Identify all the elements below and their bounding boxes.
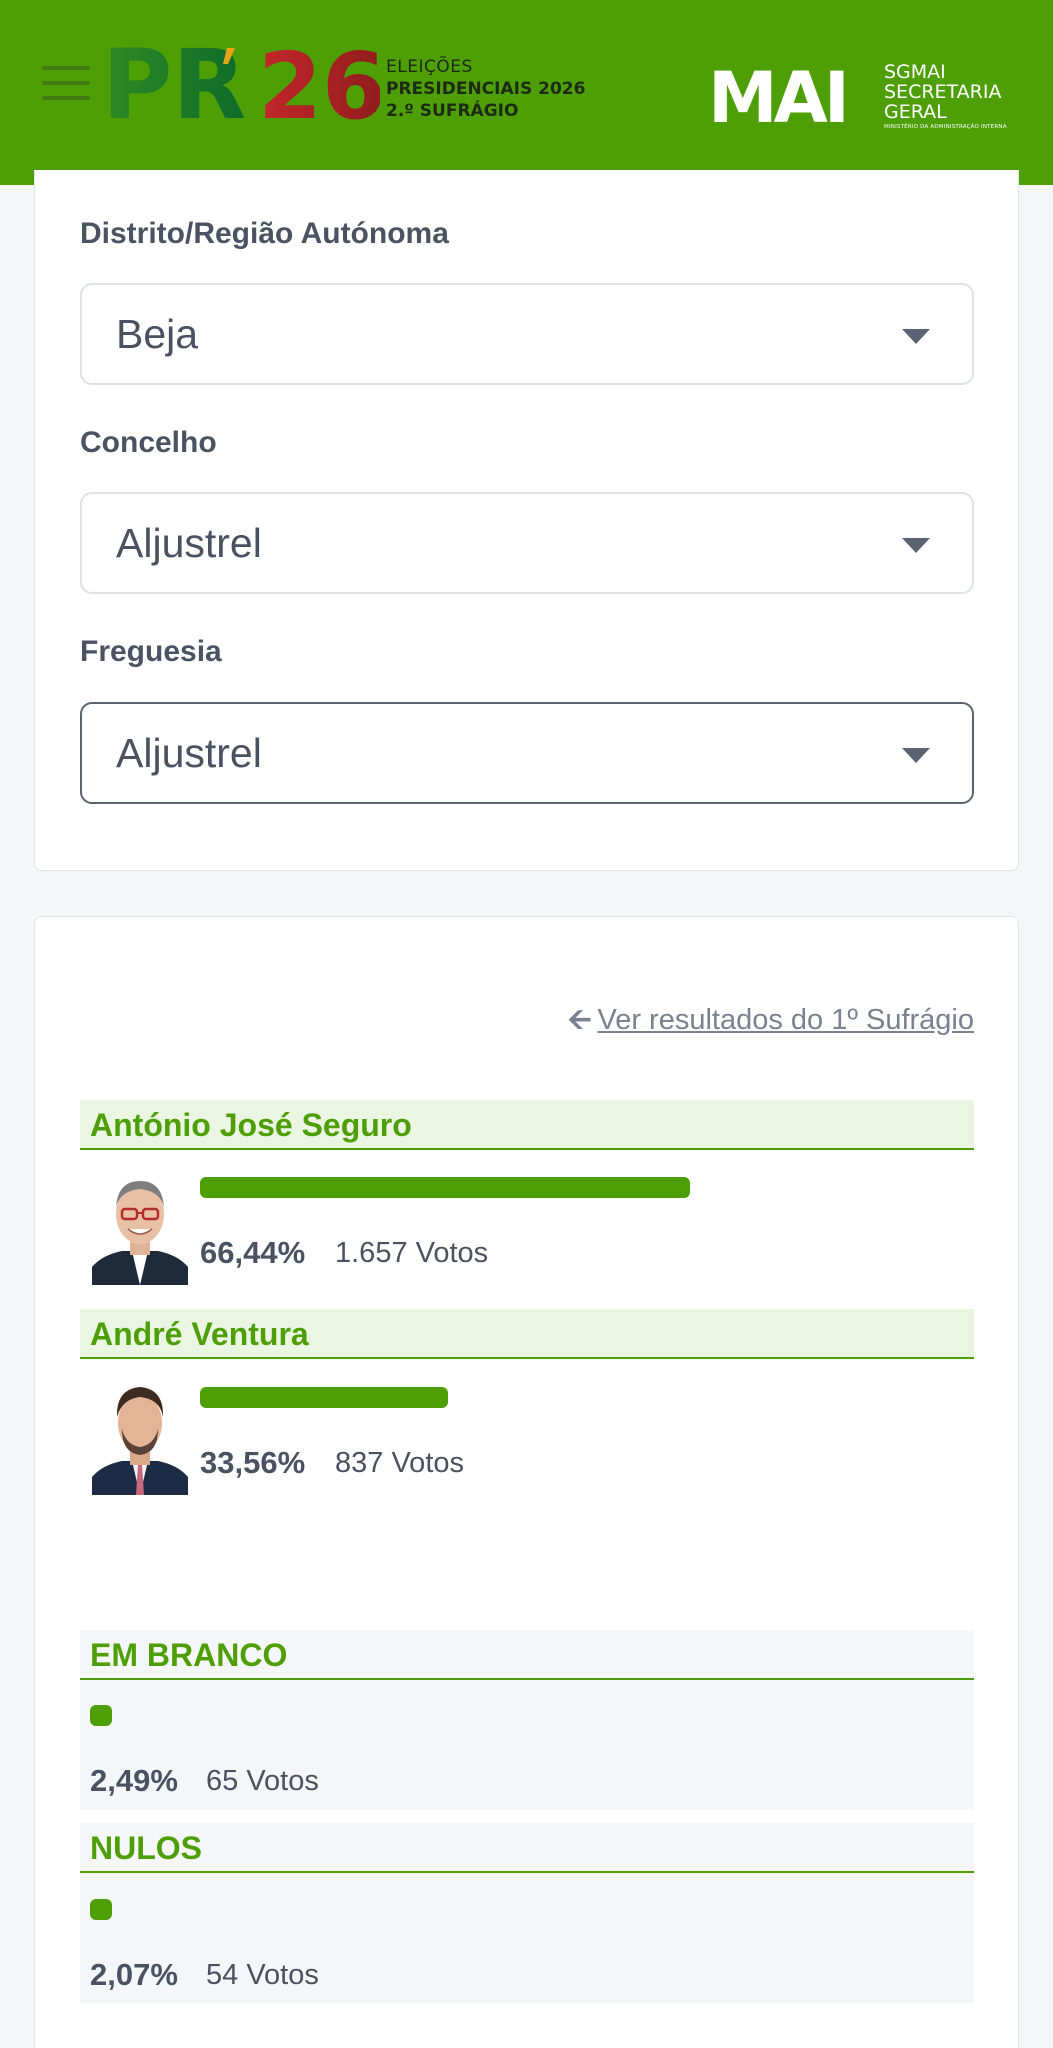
candidate-photo (92, 1377, 188, 1495)
null-votes-percent: 2,07% (90, 1957, 178, 1992)
sgmai-line-4: MINISTÉRIO DA ADMINISTRAÇÃO INTERNA (884, 124, 1007, 130)
municipality-select[interactable]: Aljustrel (80, 492, 974, 594)
results-card: 🡨 Ver resultados do 1º Sufrágio António J… (34, 916, 1019, 2048)
null-vote-bar (90, 1899, 112, 1920)
district-select[interactable]: Beja (80, 283, 974, 385)
previous-round-link-text: Ver resultados do 1º Sufrágio (597, 1004, 974, 1036)
candidate-vote-bar (200, 1177, 690, 1198)
candidate-photo (92, 1167, 188, 1285)
candidate-percent: 66,44% (200, 1235, 306, 1270)
sgmai-line-3: GERAL (884, 101, 947, 123)
previous-round-link[interactable]: 🡨 Ver resultados do 1º Sufrágio (568, 999, 974, 1048)
logo-year-text: 26 (258, 33, 380, 130)
mai-logo-text: MAI (708, 62, 846, 128)
menu-icon[interactable] (42, 66, 90, 108)
candidate-vote-bar (200, 1387, 448, 1408)
candidate-header: André Ventura (80, 1309, 974, 1359)
null-votes-block: NULOS 2,07% 54 Votos (80, 1823, 974, 2003)
district-value: Beja (116, 311, 199, 357)
candidate-name: André Ventura (90, 1316, 309, 1352)
parish-value: Aljustrel (116, 730, 262, 776)
district-label: Distrito/Região Autónoma (80, 217, 449, 250)
candidate-votes: 837 Votos (335, 1447, 464, 1479)
candidate-name: António José Seguro (90, 1107, 412, 1143)
election-title: ELEIÇÕES PRESIDENCIAIS 2026 2.º SUFRÁGIO (386, 56, 585, 122)
top-header: PR 26 ELEIÇÕES PRESIDENCIAIS 2026 2.º SU… (0, 0, 1053, 185)
null-votes-count: 54 Votos (206, 1959, 319, 1991)
candidate-percent: 33,56% (200, 1445, 306, 1480)
blank-votes-header: EM BRANCO (80, 1630, 974, 1680)
parish-select[interactable]: Aljustrel (80, 702, 974, 804)
null-votes-label: NULOS (90, 1830, 202, 1866)
chevron-down-icon (902, 748, 930, 763)
null-votes-header: NULOS (80, 1823, 974, 1873)
blank-votes-block: EM BRANCO 2,49% 65 Votos (80, 1630, 974, 1810)
sgmai-logo: SGMAI SECRETARIA GERAL MINISTÉRIO DA ADM… (884, 62, 1007, 132)
mai-logo[interactable]: MAI (708, 57, 876, 139)
election-line-3: 2.º SUFRÁGIO (386, 101, 519, 121)
blank-votes-percent: 2,49% (90, 1763, 178, 1798)
location-filter-card: Distrito/Região Autónoma Beja Concelho A… (34, 170, 1019, 871)
pr26-logo[interactable]: PR 26 (100, 30, 380, 130)
blank-votes-label: EM BRANCO (90, 1637, 288, 1673)
election-line-1: ELEIÇÕES (386, 57, 473, 77)
chevron-down-icon (902, 329, 930, 344)
parish-label: Freguesia (80, 635, 222, 668)
sgmai-line-2: SECRETARIA (884, 81, 1002, 103)
candidate-votes: 1.657 Votos (335, 1237, 489, 1269)
municipality-label: Concelho (80, 426, 217, 459)
municipality-value: Aljustrel (116, 520, 262, 566)
blank-votes-count: 65 Votos (206, 1765, 319, 1797)
sgmai-line-1: SGMAI (884, 61, 946, 83)
election-line-2: PRESIDENCIAIS 2026 (386, 79, 586, 99)
arrow-left-icon: 🡨 (567, 1004, 592, 1036)
logo-pr-text: PR (102, 30, 246, 130)
candidate-header: António José Seguro (80, 1100, 974, 1150)
chevron-down-icon (902, 538, 930, 553)
blank-vote-bar (90, 1705, 112, 1726)
